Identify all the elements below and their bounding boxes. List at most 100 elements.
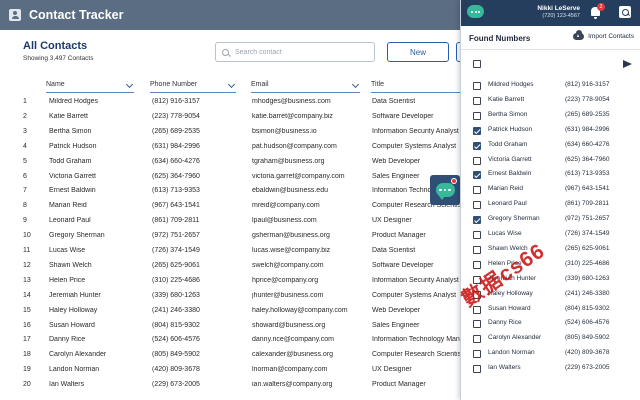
- column-header-name[interactable]: Name: [46, 80, 134, 93]
- chat-logo-icon: [467, 5, 484, 18]
- found-phone: (241) 246-3380: [565, 289, 610, 297]
- table-row[interactable]: 14 Jeremiah Hunter (339) 680-1263 jhunter@b…: [0, 290, 460, 305]
- contact-name: Lucas Wise: [49, 247, 86, 254]
- search-box[interactable]: [215, 42, 375, 62]
- contact-title: Product Manager: [372, 232, 426, 240]
- chevron-down-icon[interactable]: [227, 80, 236, 89]
- send-icon[interactable]: [623, 60, 632, 68]
- chevron-down-icon[interactable]: [125, 80, 134, 89]
- found-number-row[interactable]: Marian Reid (967) 643-1541: [461, 183, 640, 198]
- table-row[interactable]: 6 Victoria Garrett (625) 364-7960 victoria.…: [0, 171, 460, 186]
- found-number-checkbox[interactable]: [473, 335, 481, 344]
- table-row[interactable]: 3 Bertha Simon (265) 689-2535 bsimon@busine…: [0, 126, 460, 141]
- contact-title: Information Security Analyst: [372, 276, 459, 284]
- found-number-row[interactable]: Bertha Simon (265) 689-2535: [461, 109, 640, 124]
- column-header-email[interactable]: Email: [251, 80, 360, 93]
- table-row[interactable]: 16 Susan Howard (804) 815-9302 showard@busi…: [0, 320, 460, 335]
- table-row[interactable]: 7 Ernest Baldwin (613) 713-9353 ebaldwin@bu…: [0, 185, 460, 200]
- found-name: Marian Reid: [488, 185, 524, 193]
- found-phone: (310) 225-4686: [565, 259, 610, 267]
- table-row[interactable]: 20 Ian Walters (229) 673-2005 ian.walters@c…: [0, 379, 460, 394]
- table-row[interactable]: 12 Shawn Welch (265) 625-9061 swelch@compan…: [0, 260, 460, 275]
- found-number-checkbox[interactable]: [473, 96, 481, 105]
- found-number-checkbox[interactable]: [473, 186, 481, 195]
- table-row[interactable]: 9 Leonard Paul (861) 709-2811 lpaul@busines…: [0, 215, 460, 230]
- found-number-checkbox[interactable]: [473, 245, 481, 254]
- found-number-row[interactable]: Katie Barrett (223) 778-9054: [461, 94, 640, 109]
- column-header-phone[interactable]: Phone Number: [150, 80, 236, 93]
- contact-phone: (223) 778-9054: [152, 112, 200, 120]
- found-number-row[interactable]: Mildred Hodges (812) 916-3157: [461, 79, 640, 94]
- found-number-row[interactable]: Danny Rice (524) 606-4576: [461, 317, 640, 332]
- found-number-checkbox[interactable]: [473, 320, 481, 329]
- found-number-row[interactable]: Landon Norman (420) 809-3678: [461, 347, 640, 362]
- contact-email: calexander@business.org: [252, 351, 334, 359]
- found-number-row[interactable]: Susan Howard (804) 815-9302: [461, 303, 640, 318]
- column-header-title[interactable]: Title: [371, 81, 460, 93]
- contact-email: ebaldwin@business.edu: [252, 187, 328, 195]
- chevron-down-icon[interactable]: [351, 80, 360, 89]
- found-number-checkbox[interactable]: [473, 156, 481, 165]
- found-number-checkbox[interactable]: [473, 201, 481, 210]
- found-number-checkbox[interactable]: [473, 260, 481, 269]
- found-number-row[interactable]: Patrick Hudson (631) 984-2996: [461, 124, 640, 139]
- found-number-checkbox[interactable]: [473, 231, 481, 239]
- table-row[interactable]: 4 Patrick Hudson (631) 984-2996 pat.hudson@…: [0, 141, 460, 156]
- contact-phone: (625) 364-7960: [152, 172, 200, 180]
- found-number-checkbox[interactable]: [473, 350, 481, 359]
- found-number-row[interactable]: Shawn Welch (265) 625-9061: [461, 243, 640, 258]
- contact-card-icon: [9, 9, 21, 21]
- import-contacts-button[interactable]: Import Contacts: [573, 30, 634, 40]
- scan-page-icon[interactable]: [619, 6, 631, 18]
- table-row[interactable]: 11 Lucas Wise (726) 374-1549 lucas.wise@com…: [0, 245, 460, 260]
- found-name: Katie Barrett: [488, 95, 525, 103]
- found-number-checkbox[interactable]: [473, 365, 481, 374]
- found-phone: (229) 673-2005: [565, 364, 610, 372]
- found-number-checkbox[interactable]: [473, 82, 481, 90]
- row-index: 3: [23, 127, 27, 135]
- search-input[interactable]: [235, 48, 365, 56]
- found-phone: (223) 778-9054: [565, 95, 610, 103]
- found-number-checkbox[interactable]: [473, 111, 481, 120]
- row-index: 7: [23, 187, 27, 195]
- select-all-checkbox[interactable]: [473, 60, 481, 68]
- new-contact-button[interactable]: New: [387, 42, 449, 62]
- contact-title: Sales Engineer: [372, 321, 420, 329]
- found-number-row[interactable]: Carolyn Alexander (805) 849-5902: [461, 332, 640, 347]
- found-number-row[interactable]: Victoria Garrett (625) 364-7960: [461, 154, 640, 169]
- row-index: 10: [23, 232, 31, 240]
- contact-name: Patrick Hudson: [49, 142, 97, 150]
- table-row[interactable]: 8 Marian Reid (967) 643-1541 mreid@company.…: [0, 200, 460, 215]
- page-title: All Contacts: [23, 40, 88, 52]
- table-row[interactable]: 17 Danny Rice (524) 606-4576 danny.rice@com…: [0, 334, 460, 349]
- messaging-widget-button[interactable]: [430, 175, 460, 205]
- contact-phone: (265) 625-9061: [152, 261, 200, 269]
- found-number-row[interactable]: Ian Walters (229) 673-2005: [461, 362, 640, 377]
- found-number-row[interactable]: Leonard Paul (861) 709-2811: [461, 198, 640, 213]
- table-row[interactable]: 19 Landon Norman (420) 809-3678 lnorman@com…: [0, 364, 460, 379]
- found-number-checkbox[interactable]: [473, 216, 481, 225]
- table-row[interactable]: 15 Haley Holloway (241) 246-3380 haley.holl…: [0, 305, 460, 320]
- contact-name: Bertha Simon: [49, 127, 92, 135]
- found-number-checkbox[interactable]: [473, 171, 481, 180]
- table-row[interactable]: 1 Mildred Hodges (812) 916-3157 mhodges@bus…: [0, 96, 460, 111]
- table-row[interactable]: 18 Carolyn Alexander (805) 849-5902 calexan…: [0, 349, 460, 364]
- found-number-row[interactable]: Ernest Baldwin (613) 713-9353: [461, 168, 640, 183]
- contact-name: Jeremiah Hunter: [49, 291, 101, 299]
- contact-title: Product Manager: [372, 381, 426, 389]
- found-number-checkbox[interactable]: [473, 141, 481, 150]
- table-row[interactable]: 13 Helen Price (310) 225-4686 hprice@compan…: [0, 275, 460, 290]
- found-number-checkbox[interactable]: [473, 126, 481, 135]
- contact-email: mreid@company.com: [252, 202, 320, 210]
- table-row[interactable]: 2 Katie Barrett (223) 778-9054 katie.barret…: [0, 111, 460, 126]
- table-row[interactable]: 5 Todd Graham (634) 660-4276 tgraham@busine…: [0, 156, 460, 171]
- column-header-label: Email: [251, 81, 269, 88]
- found-number-row[interactable]: Todd Graham (634) 660-4276: [461, 139, 640, 154]
- contact-name: Haley Holloway: [49, 306, 98, 314]
- chat-bubble-icon: [435, 183, 455, 200]
- table-row[interactable]: 10 Gregory Sherman (972) 751-2657 gsherman@…: [0, 230, 460, 245]
- found-number-row[interactable]: Gregory Sherman (972) 751-2657: [461, 213, 640, 228]
- search-icon: [222, 48, 229, 56]
- found-number-row[interactable]: Lucas Wise (726) 374-1549: [461, 228, 640, 243]
- contact-title: UX Designer: [372, 366, 412, 374]
